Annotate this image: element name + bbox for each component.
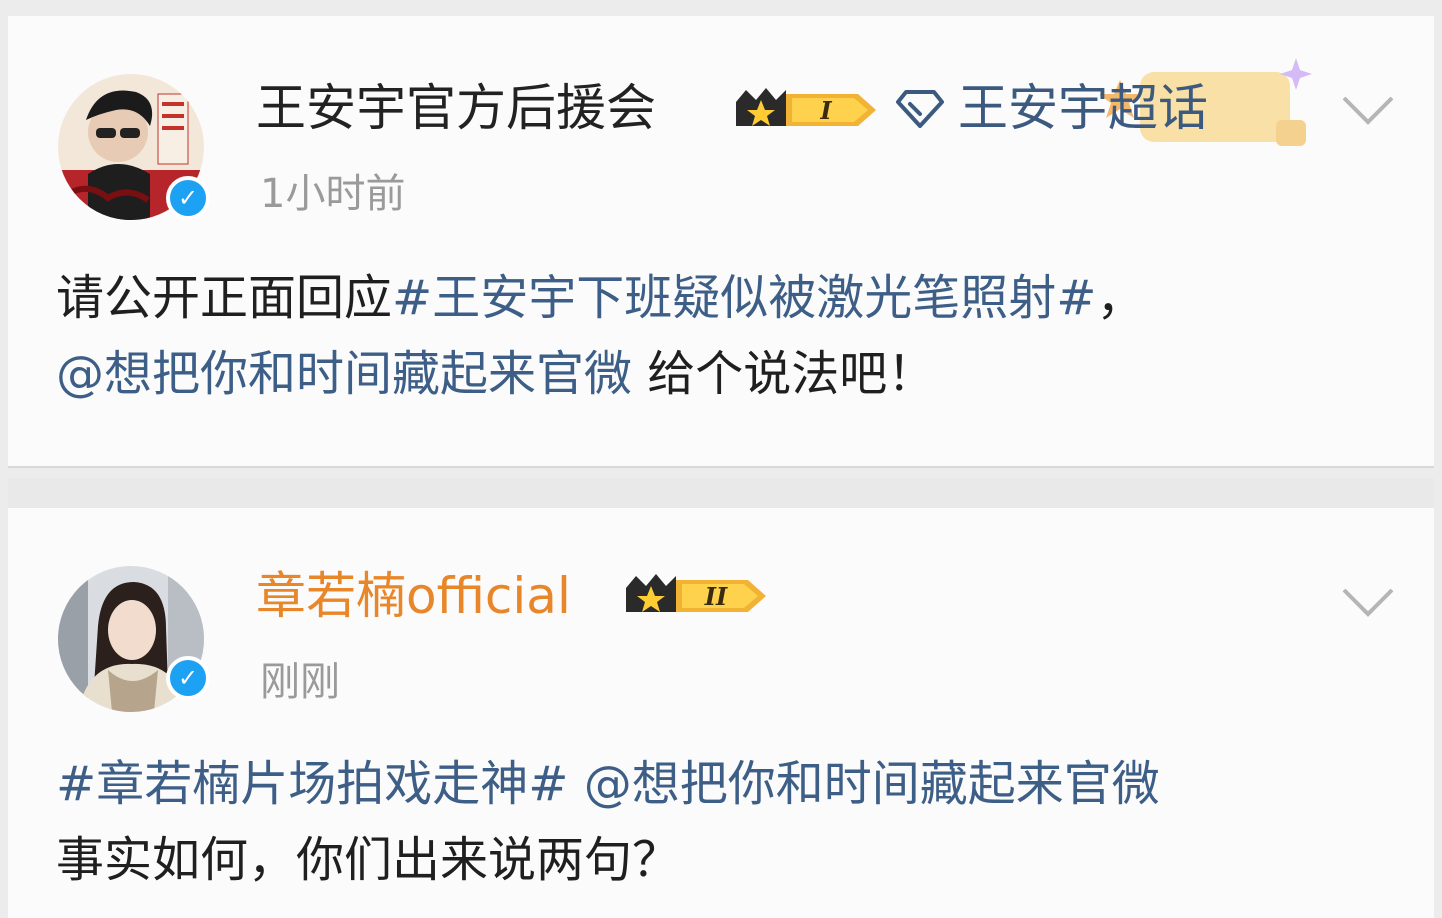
post-card-1[interactable]: ✓ 王安宇官方后援会 I 王安宇超话 1小时前 请公开正面回应#王安宇下班疑似被… — [8, 16, 1434, 466]
post-text-segment: 请公开正面回应 — [56, 270, 393, 326]
divider — [8, 466, 1434, 468]
top-band — [0, 0, 1442, 16]
chevron-down-icon[interactable] — [1338, 90, 1398, 130]
post-card-2[interactable]: ✓ 章若楠official II 刚刚 #章若楠片场拍戏走神# @想把你和时间藏… — [8, 508, 1434, 918]
timestamp: 刚刚 — [260, 659, 340, 705]
super-topic-label: 王安宇超话 — [958, 79, 1208, 137]
mention-link[interactable]: @想把你和时间藏起来官微 — [568, 756, 1160, 812]
verified-icon: ✓ — [166, 656, 210, 700]
crown-badge-icon: II — [626, 574, 766, 612]
timestamp: 1小时前 — [260, 171, 406, 217]
hashtag-link[interactable]: #王安宇下班疑似被激光笔照射# — [392, 270, 1096, 326]
diamond-icon — [896, 90, 944, 128]
post-text: 请公开正面回应#王安宇下班疑似被激光笔照射#， @想把你和时间藏起来官微 给个说法… — [56, 260, 1416, 412]
post-text-segment: 事实如何，你们出来说两句？ — [56, 832, 681, 888]
post-text-segment: 给个说法吧！ — [632, 346, 936, 402]
username[interactable]: 章若楠official — [256, 566, 571, 626]
badge-level: I — [819, 96, 832, 125]
post-text-segment: ， — [1096, 270, 1145, 326]
crown-badge-icon: I — [736, 88, 876, 126]
username[interactable]: 王安宇官方后援会 — [256, 78, 656, 138]
hashtag-link[interactable]: #章若楠片场拍戏走神# — [56, 756, 568, 812]
verified-icon: ✓ — [166, 176, 210, 220]
mention-link[interactable]: @想把你和时间藏起来官微 — [56, 346, 632, 402]
feed-gap — [8, 478, 1434, 508]
badge-level: II — [704, 582, 728, 611]
weibo-feed-screenshot: ✓ 王安宇官方后援会 I 王安宇超话 1小时前 请公开正面回应#王安宇下班疑似被… — [0, 0, 1442, 918]
chevron-down-icon[interactable] — [1338, 582, 1398, 622]
super-topic-link[interactable]: 王安宇超话 — [896, 78, 1208, 138]
post-text: #章若楠片场拍戏走神# @想把你和时间藏起来官微事实如何，你们出来说两句？ — [56, 746, 1416, 898]
